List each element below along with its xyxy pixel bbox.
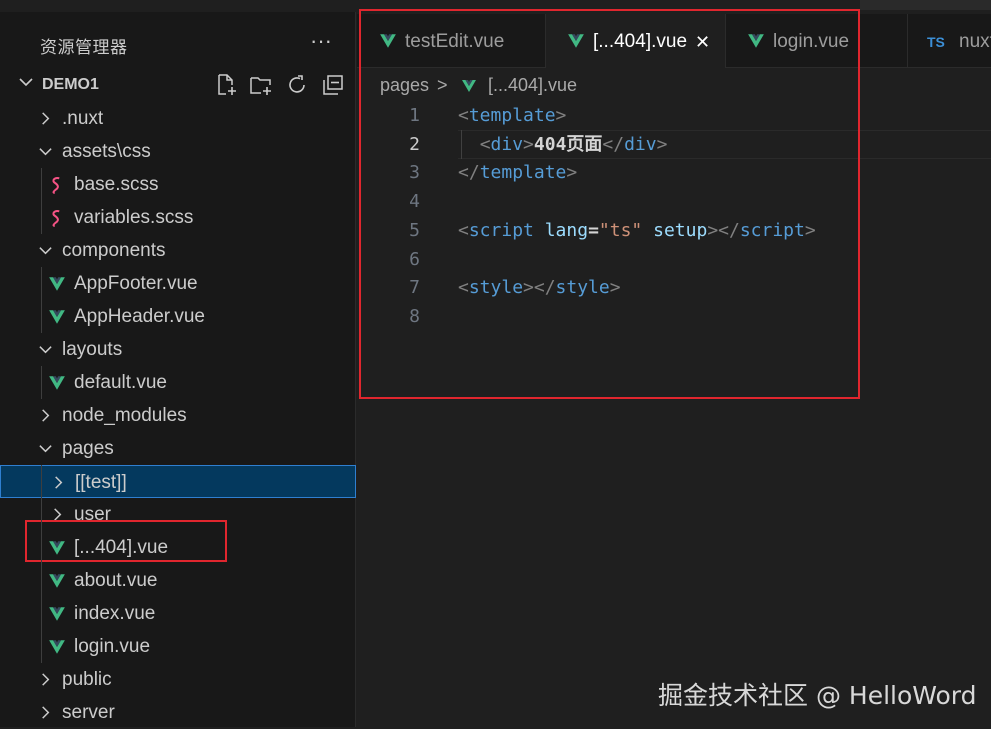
tree-item-label: pages [62, 438, 114, 459]
file-row[interactable]: index.vue [0, 597, 356, 630]
folder-row[interactable]: public [0, 663, 356, 696]
explorer-title: 资源管理器 [40, 38, 128, 58]
tree-item-label: AppHeader.vue [74, 306, 205, 327]
tree-item-label: components [62, 240, 166, 261]
tree-item-label: .nuxt [62, 108, 104, 129]
window-top-strip [860, 0, 991, 10]
vue-file-icon [49, 277, 65, 291]
more-actions-icon[interactable]: ··· [310, 26, 332, 56]
tree-item-label: login.vue [74, 636, 151, 657]
new-folder-icon[interactable] [249, 73, 273, 97]
file-row[interactable]: base.scss [0, 168, 356, 201]
folder-row[interactable]: [[test]] [0, 465, 356, 498]
folder-row[interactable]: pages [0, 432, 356, 465]
chevron-down-icon [19, 78, 33, 87]
tree-item-label: base.scss [74, 174, 159, 195]
file-row[interactable]: AppFooter.vue [0, 267, 356, 300]
tree-item-label: variables.scss [74, 207, 194, 228]
tab-separator [907, 14, 908, 68]
explorer-sidebar: 资源管理器 ··· DEMO1 .nuxt assets\css base.scss… [0, 0, 356, 727]
tree-indent-guide [41, 267, 42, 333]
tree-indent-guide [41, 366, 42, 399]
collapse-all-icon[interactable] [321, 73, 345, 97]
chevron-down-icon [39, 346, 52, 354]
folder-row[interactable]: node_modules [0, 399, 356, 432]
tree-item-label: assets\css [62, 141, 151, 162]
tree-item-label: node_modules [62, 405, 187, 426]
folder-row[interactable]: server [0, 696, 356, 729]
tree-item-label: [[test]] [75, 472, 127, 493]
refresh-icon[interactable] [285, 73, 309, 97]
folder-row[interactable]: components [0, 234, 356, 267]
tree-item-label: default.vue [74, 372, 167, 393]
tree-item-label: index.vue [74, 603, 156, 624]
highlight-box-editor [359, 9, 860, 399]
chevron-right-icon [42, 673, 50, 686]
tree-item-label: AppFooter.vue [74, 273, 198, 294]
highlight-box-file [25, 520, 227, 562]
chevron-right-icon [55, 476, 63, 489]
ts-file-icon: TS [927, 34, 945, 50]
chevron-down-icon [39, 247, 52, 255]
vue-file-icon [49, 574, 65, 588]
file-row[interactable]: AppHeader.vue [0, 300, 356, 333]
file-row[interactable]: about.vue [0, 564, 356, 597]
scss-file-icon [52, 210, 60, 227]
folder-row[interactable]: assets\css [0, 135, 356, 168]
chevron-right-icon [42, 112, 50, 125]
tree-item-label: about.vue [74, 570, 158, 591]
tab-label: nuxt [959, 31, 991, 52]
vue-file-icon [49, 640, 65, 654]
chevron-down-icon [39, 148, 52, 156]
file-row[interactable]: login.vue [0, 630, 356, 663]
watermark: 掘金技术社区 @ HelloWord [658, 681, 977, 710]
tree-indent-guide [41, 168, 42, 234]
new-file-icon[interactable] [214, 73, 238, 97]
file-row[interactable]: default.vue [0, 366, 356, 399]
tree-item-label: server [62, 702, 115, 723]
scss-file-icon [52, 177, 60, 194]
tab-4[interactable]: TS nuxt [907, 14, 991, 68]
chevron-down-icon [39, 445, 52, 453]
project-name: DEMO1 [42, 76, 99, 93]
file-row[interactable]: variables.scss [0, 201, 356, 234]
sidebar-top-edge [0, 0, 356, 12]
folder-row[interactable]: layouts [0, 333, 356, 366]
chevron-right-icon [42, 706, 50, 719]
chevron-right-icon [42, 409, 50, 422]
folder-row[interactable]: .nuxt [0, 102, 356, 135]
tree-item-label: layouts [62, 339, 123, 360]
tree-indent-guide [41, 465, 42, 663]
vue-file-icon [49, 376, 65, 390]
vue-file-icon [49, 607, 65, 621]
tree-item-label: public [62, 669, 112, 690]
vue-file-icon [49, 310, 65, 324]
